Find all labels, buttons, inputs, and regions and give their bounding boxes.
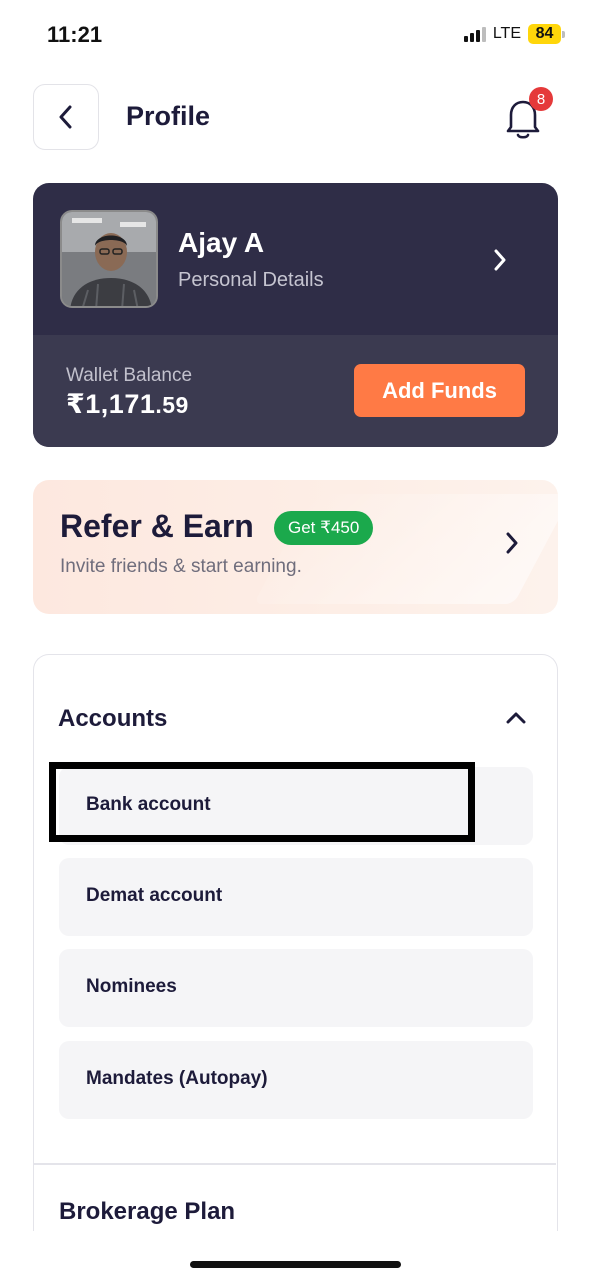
- list-item-label: Nominees: [86, 976, 177, 997]
- list-item-label: Mandates (Autopay): [86, 1068, 268, 1089]
- notification-badge: 8: [529, 87, 553, 111]
- refer-subtitle: Invite friends & start earning.: [60, 556, 302, 577]
- profile-name: Ajay A: [178, 227, 265, 258]
- wallet-balance-decimal: .59: [155, 392, 189, 418]
- add-funds-button[interactable]: Add Funds: [354, 364, 525, 417]
- personal-details-row[interactable]: Ajay A Personal Details: [33, 183, 558, 335]
- wallet-balance: ₹1,171.59: [66, 389, 189, 420]
- back-button[interactable]: [33, 84, 99, 150]
- accounts-title: Accounts: [58, 705, 168, 732]
- chevron-left-icon: [59, 105, 72, 129]
- list-item-label: Bank account: [86, 794, 211, 815]
- demat-account-item[interactable]: Demat account: [59, 858, 533, 936]
- profile-subtitle: Personal Details: [178, 269, 324, 291]
- mandates-item[interactable]: Mandates (Autopay): [59, 1041, 533, 1119]
- wallet-label: Wallet Balance: [66, 365, 193, 386]
- list-item-label: Demat account: [86, 885, 223, 906]
- signal-icon: [463, 26, 486, 42]
- page-title: Profile: [126, 101, 211, 131]
- wallet-balance-main: ₹1,171: [66, 389, 156, 419]
- section-divider: [34, 1163, 556, 1165]
- profile-card: Ajay A Personal Details Wallet Balance ₹…: [33, 183, 558, 447]
- chevron-right-icon: [494, 249, 506, 271]
- status-time: 11:21: [47, 22, 103, 47]
- wallet-section: Wallet Balance ₹1,171.59 Add Funds: [33, 335, 558, 447]
- chevron-right-icon: [506, 532, 518, 554]
- brokerage-plan-title[interactable]: Brokerage Plan: [59, 1198, 235, 1226]
- bank-account-item[interactable]: Bank account: [59, 767, 533, 845]
- network-type: LTE: [492, 25, 521, 42]
- bottom-area: [0, 1231, 591, 1280]
- nominees-item[interactable]: Nominees: [59, 949, 533, 1027]
- chevron-up-icon[interactable]: [504, 709, 528, 727]
- notifications-button[interactable]: 8: [503, 87, 553, 143]
- refer-earn-card[interactable]: Refer & Earn Get ₹450 Invite friends & s…: [33, 480, 558, 614]
- home-indicator: [190, 1261, 401, 1268]
- accounts-section: Accounts Bank account Demat account Nomi…: [33, 654, 558, 1254]
- avatar: [60, 210, 158, 308]
- refer-title: Refer & Earn: [60, 508, 254, 544]
- status-bar: 11:21 LTE 84: [0, 0, 591, 70]
- battery-level: 84: [528, 24, 561, 44]
- refer-reward-badge: Get ₹450: [274, 511, 374, 545]
- battery-icon: 84: [528, 24, 565, 44]
- status-indicators: LTE 84: [463, 24, 565, 44]
